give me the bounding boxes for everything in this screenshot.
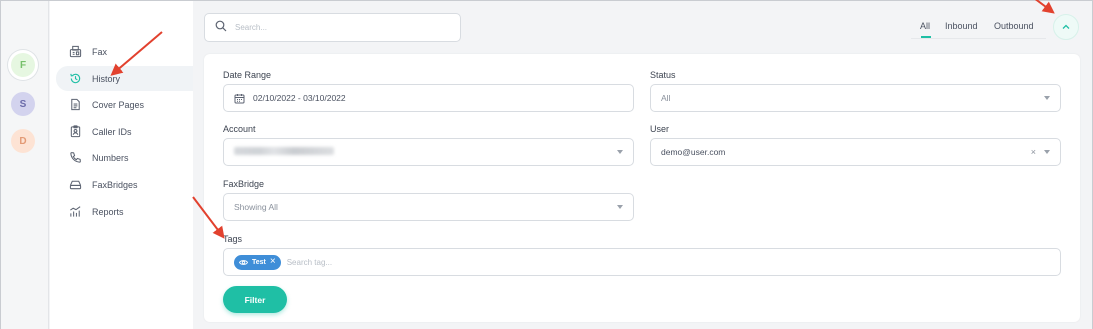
chevron-down-icon [1044,96,1050,100]
sidebar-item-caller-ids[interactable]: Caller IDs [56,119,193,144]
collapse-filters-button[interactable] [1053,14,1079,40]
search-input[interactable] [235,23,435,32]
sidebar-item-label: Fax [92,46,108,57]
status-label: Status [650,70,676,80]
document-icon [68,98,82,112]
account-value-redacted [234,147,617,157]
remove-tag-icon[interactable]: × [270,257,276,267]
chart-icon [68,205,82,219]
user-select[interactable]: demo@user.com × [650,138,1061,166]
workspace-avatar-s[interactable]: S [11,92,35,116]
sidebar-item-reports[interactable]: Reports [56,199,193,224]
sidebar-item-label: Numbers [92,152,129,163]
sidebar-item-numbers[interactable]: Numbers [56,145,193,170]
sidebar-item-history[interactable]: History [56,66,193,91]
fax-icon [68,45,82,59]
account-label: Account [223,124,256,134]
history-icon [68,72,82,86]
faxbridge-value: Showing All [234,202,278,212]
workspace-avatar-f[interactable]: F [11,53,35,77]
status-select[interactable]: All [650,84,1061,112]
phone-icon [68,151,82,165]
date-range-value: 02/10/2022 - 03/10/2022 [253,93,346,103]
tab-all[interactable]: All [920,21,930,31]
date-range-label: Date Range [223,70,272,80]
account-select[interactable] [223,138,634,166]
workspace-avatar-d[interactable]: D [11,129,35,153]
user-value: demo@user.com [661,147,726,157]
search-box[interactable] [204,13,461,42]
filter-panel: Date Range 02/10/2022 - 03/10/2022 Statu… [204,54,1080,322]
search-icon [215,20,227,35]
chevron-down-icon [617,150,623,154]
eye-icon [239,259,248,266]
workspace-rail [1,1,49,329]
filter-button[interactable]: Filter [223,286,287,313]
sidebar-item-faxbridges[interactable]: FaxBridges [56,172,193,197]
chevron-down-icon [1044,150,1050,154]
chevron-up-icon [1062,22,1070,33]
sidebar-item-fax[interactable]: Fax [56,39,193,64]
date-range-field[interactable]: 02/10/2022 - 03/10/2022 [223,84,634,112]
user-label: User [650,124,670,134]
sidebar-nav: Fax History Cover Pages Caller IDs Numbe… [50,1,193,329]
clear-icon[interactable]: × [1031,147,1036,157]
chevron-down-icon [617,205,623,209]
id-card-icon [68,125,82,139]
status-value: All [661,93,671,103]
tabs-divider [911,38,1046,39]
tab-outbound[interactable]: Outbound [994,21,1034,31]
sidebar-item-label: History [92,73,121,84]
tags-field[interactable]: Test × [223,248,1061,276]
tab-inbound[interactable]: Inbound [945,21,978,31]
drive-icon [68,178,82,192]
tag-search-input[interactable] [286,257,487,267]
tag-chip-label: Test [252,258,266,266]
sidebar-item-label: Reports [92,206,124,217]
faxbridge-label: FaxBridge [223,179,265,189]
active-tab-indicator [921,36,931,38]
sidebar-item-cover-pages[interactable]: Cover Pages [56,92,193,117]
sidebar-item-label: FaxBridges [92,179,138,190]
tags-label: Tags [223,234,243,244]
faxbridge-select[interactable]: Showing All [223,193,634,221]
sidebar-item-label: Caller IDs [92,126,132,137]
main-content: All Inbound Outbound Date Range 02/10/20… [193,1,1092,329]
calendar-icon [234,93,245,104]
tag-chip-test[interactable]: Test × [234,254,281,270]
sidebar-item-label: Cover Pages [92,99,145,110]
